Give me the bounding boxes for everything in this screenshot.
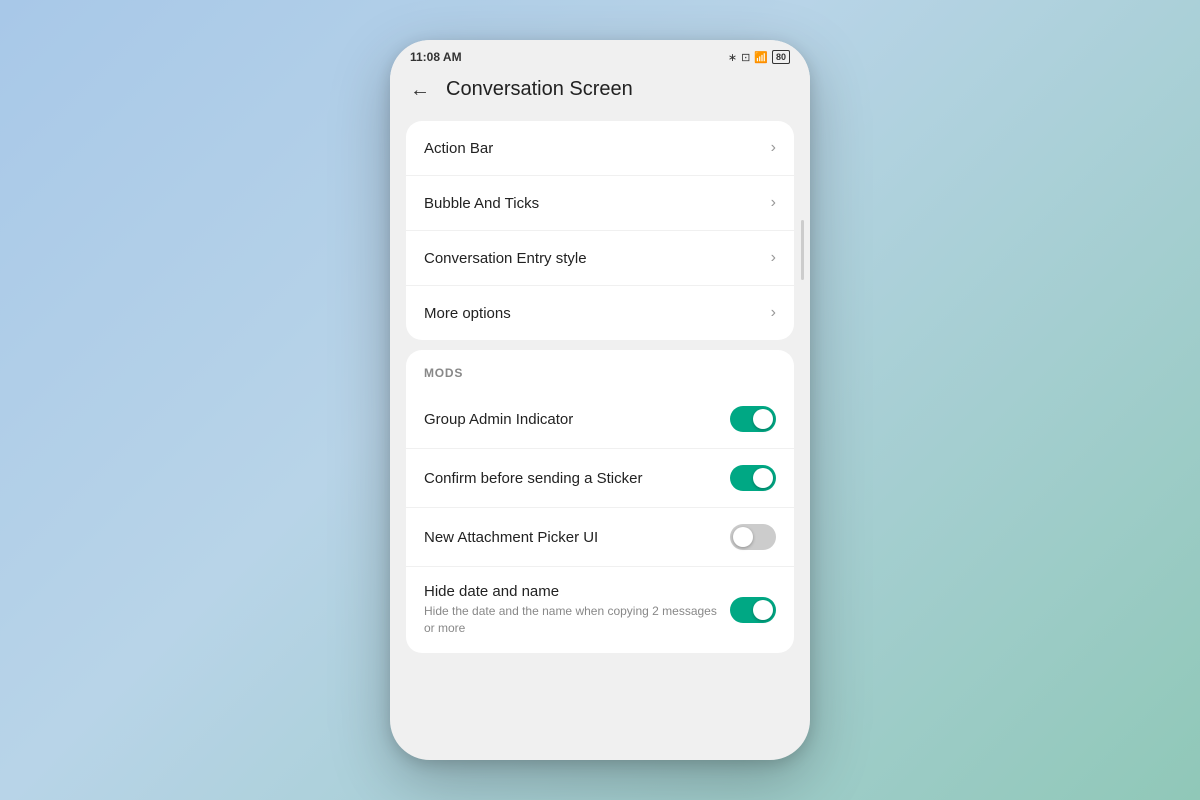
chevron-icon: › (771, 249, 776, 267)
menu-item-more-options-label: More options (424, 305, 511, 322)
menu-card: Action Bar › Bubble And Ticks › Conversa… (406, 121, 794, 340)
toggle-item-attachment-picker-content: New Attachment Picker UI (424, 529, 718, 546)
toggle-confirm-sticker[interactable] (730, 465, 776, 491)
status-bar: 11:08 AM ∗ ⊡ 📶 80 (390, 40, 810, 70)
chevron-icon: › (771, 304, 776, 322)
toggle-item-hide-date-name-sublabel: Hide the date and the name when copying … (424, 603, 718, 637)
bluetooth-icon: ∗ (728, 51, 737, 64)
toggle-knob (733, 527, 753, 547)
toggle-item-hide-date-name-content: Hide date and name Hide the date and the… (424, 583, 718, 637)
status-right-icons: ∗ ⊡ 📶 80 (728, 50, 790, 64)
menu-item-conversation-entry[interactable]: Conversation Entry style › (406, 231, 794, 286)
chevron-icon: › (771, 139, 776, 157)
toggle-knob (753, 600, 773, 620)
toggle-item-attachment-picker-label: New Attachment Picker UI (424, 529, 718, 546)
menu-item-action-bar-label: Action Bar (424, 140, 493, 157)
scrollbar (801, 220, 804, 280)
toggle-item-hide-date-name-label: Hide date and name (424, 583, 718, 600)
toggle-item-group-admin: Group Admin Indicator (406, 390, 794, 449)
mods-section-label: MODS (424, 366, 463, 380)
page-title: Conversation Screen (446, 78, 633, 101)
menu-item-bubble-ticks-label: Bubble And Ticks (424, 195, 539, 212)
toggle-group-admin[interactable] (730, 406, 776, 432)
toggle-item-attachment-picker: New Attachment Picker UI (406, 508, 794, 567)
wifi-icon: 📶 (754, 51, 768, 64)
mods-header: MODS (406, 350, 794, 390)
mods-card: MODS Group Admin Indicator Confirm befor… (406, 350, 794, 653)
back-button[interactable]: ← (410, 80, 430, 100)
signal-icon: ⊡ (741, 51, 750, 64)
top-bar: ← Conversation Screen (390, 70, 810, 113)
menu-item-action-bar[interactable]: Action Bar › (406, 121, 794, 176)
toggle-knob (753, 409, 773, 429)
battery-icon: 80 (772, 50, 790, 64)
toggle-hide-date-name[interactable] (730, 597, 776, 623)
toggle-item-group-admin-label: Group Admin Indicator (424, 411, 718, 428)
menu-item-bubble-ticks[interactable]: Bubble And Ticks › (406, 176, 794, 231)
content-area: Action Bar › Bubble And Ticks › Conversa… (390, 113, 810, 760)
toggle-item-hide-date-name: Hide date and name Hide the date and the… (406, 567, 794, 653)
toggle-item-confirm-sticker: Confirm before sending a Sticker (406, 449, 794, 508)
toggle-item-group-admin-content: Group Admin Indicator (424, 411, 718, 428)
status-time: 11:08 AM (410, 50, 462, 64)
toggle-attachment-picker[interactable] (730, 524, 776, 550)
chevron-icon: › (771, 194, 776, 212)
toggle-item-confirm-sticker-content: Confirm before sending a Sticker (424, 470, 718, 487)
phone-frame: 11:08 AM ∗ ⊡ 📶 80 ← Conversation Screen … (390, 40, 810, 760)
menu-item-more-options[interactable]: More options › (406, 286, 794, 340)
toggle-item-confirm-sticker-label: Confirm before sending a Sticker (424, 470, 718, 487)
toggle-knob (753, 468, 773, 488)
menu-item-conversation-entry-label: Conversation Entry style (424, 250, 587, 267)
